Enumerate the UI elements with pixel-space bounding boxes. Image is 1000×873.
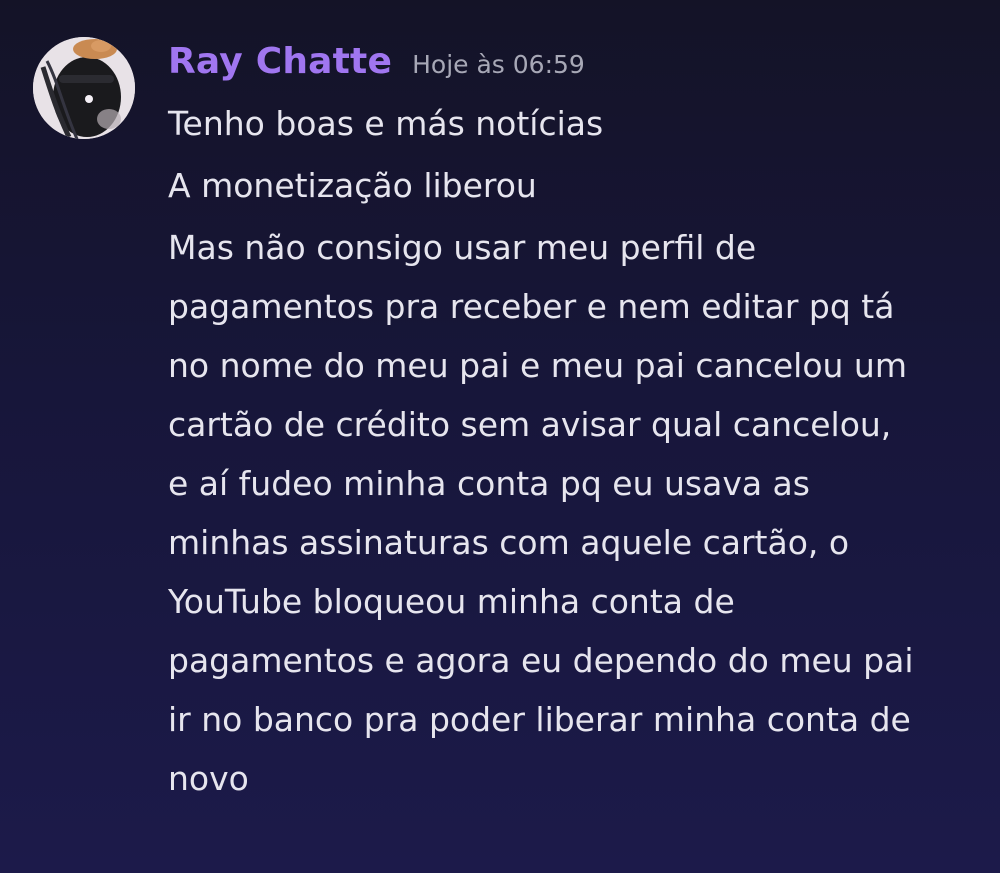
user-avatar-icon [33, 37, 135, 139]
paragraph-line: YouTube bloqueou minha conta de [168, 582, 735, 621]
paragraph-line: e aí fudeo minha conta pq eu usava as [168, 464, 810, 503]
chat-message: Ray Chatte Hoje às 06:59 Tenho boas e má… [0, 0, 1000, 873]
paragraph-line: minhas assinaturas com aquele cartão, o [168, 523, 850, 562]
paragraph-line: no nome do meu pai e meu pai cancelou um [168, 346, 907, 385]
paragraph-line: ir no banco pra poder liberar minha cont… [168, 700, 911, 739]
paragraph-line: novo [168, 759, 249, 798]
paragraph-line: pagamentos pra receber e nem editar pq t… [168, 287, 895, 326]
message-line: A monetização liberou [168, 166, 537, 205]
paragraph-line: cartão de crédito sem avisar qual cancel… [168, 405, 892, 444]
message-line: Tenho boas e más notícias [168, 104, 604, 143]
paragraph-line: pagamentos e agora eu dependo do meu pai [168, 641, 914, 680]
user-avatar[interactable] [33, 37, 135, 139]
message-header: Ray Chatte Hoje às 06:59 [168, 41, 585, 89]
message-paragraph: Mas não consigo usar meu perfil de pagam… [168, 218, 968, 808]
message-content: Tenho boas e más notícias A monetização … [168, 94, 968, 808]
paragraph-line: Mas não consigo usar meu perfil de [168, 228, 757, 267]
username[interactable]: Ray Chatte [168, 41, 392, 82]
message-timestamp[interactable]: Hoje às 06:59 [412, 50, 585, 79]
